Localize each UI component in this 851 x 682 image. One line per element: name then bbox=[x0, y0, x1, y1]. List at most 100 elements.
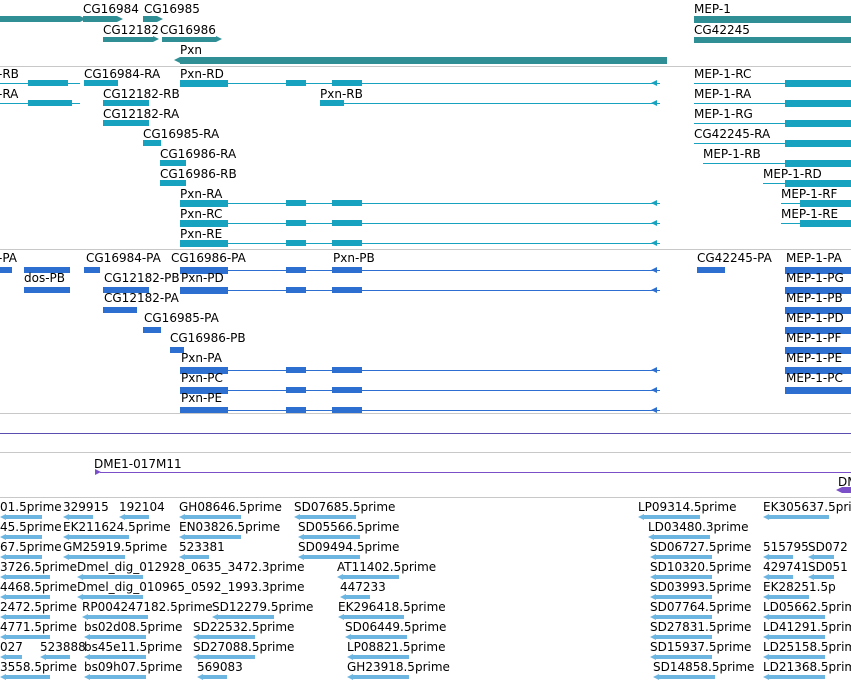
gene-bar-pxn[interactable] bbox=[180, 57, 667, 64]
est-feature[interactable] bbox=[769, 595, 809, 599]
est-label[interactable]: Dmel_dig_012928_0635_3472.3prime bbox=[77, 560, 305, 574]
est-feature[interactable] bbox=[769, 615, 825, 619]
est-feature[interactable] bbox=[6, 655, 22, 659]
est-label[interactable]: SD03993.5prime bbox=[650, 580, 751, 594]
transcript-label[interactable]: CG42245-RA bbox=[694, 127, 770, 141]
est-feature[interactable] bbox=[69, 515, 93, 519]
clone-label[interactable]: DME1-017M11 bbox=[94, 457, 182, 471]
est-feature[interactable] bbox=[343, 575, 399, 579]
est-label[interactable]: LD05662.5prime bbox=[763, 600, 851, 614]
gene-bar[interactable] bbox=[0, 16, 80, 22]
est-label[interactable]: 2472.5prime bbox=[0, 600, 77, 614]
est-label[interactable]: EK211624.5prime bbox=[63, 520, 171, 534]
transcript-label[interactable]: MEP-1-RA bbox=[694, 87, 751, 101]
est-feature[interactable] bbox=[69, 555, 125, 559]
transcript-label[interactable]: CG42245-PA bbox=[697, 251, 772, 265]
gene-bar-cg42245[interactable] bbox=[694, 37, 851, 43]
est-feature[interactable] bbox=[6, 555, 42, 559]
est-feature[interactable] bbox=[6, 675, 50, 679]
transcript-label[interactable]: CG16986-RB bbox=[160, 167, 237, 181]
est-label[interactable]: 01.5prime bbox=[0, 500, 62, 514]
transcript-label[interactable]: MEP-1-RG bbox=[694, 107, 753, 121]
est-label[interactable]: Dmel_dig_010965_0592_1993.3prime bbox=[77, 580, 305, 594]
est-label[interactable]: SD12279.5prime bbox=[212, 600, 313, 614]
transcript-label[interactable]: CG16986-RA bbox=[160, 147, 236, 161]
transcript-label[interactable]: MEP-1-PG bbox=[786, 271, 844, 285]
transcript-label[interactable]: -RA bbox=[0, 87, 18, 101]
est-label[interactable]: LD03480.3prime bbox=[648, 520, 749, 534]
transcript-label[interactable]: Pxn-PE bbox=[181, 391, 222, 405]
est-label[interactable]: SD06449.5prime bbox=[345, 620, 446, 634]
est-feature[interactable] bbox=[656, 635, 712, 639]
gene-label[interactable]: Pxn bbox=[180, 43, 202, 57]
est-feature[interactable] bbox=[90, 675, 146, 679]
transcript-label[interactable]: Pxn-RA bbox=[180, 187, 222, 201]
est-label[interactable]: 329915 bbox=[63, 500, 109, 514]
gene-bar-cg16984[interactable] bbox=[83, 16, 117, 22]
est-feature[interactable] bbox=[6, 615, 50, 619]
est-label[interactable]: bs45e11.5prime bbox=[84, 640, 182, 654]
transcript-label[interactable]: MEP-1-PE bbox=[786, 351, 842, 365]
transcript-label[interactable]: Pxn-RB bbox=[320, 87, 363, 101]
est-label[interactable]: 4468.5prime bbox=[0, 580, 77, 594]
est-feature[interactable] bbox=[46, 655, 70, 659]
est-label[interactable]: EK305637.5prime bbox=[763, 500, 851, 514]
est-feature[interactable] bbox=[83, 595, 143, 599]
est-feature[interactable] bbox=[644, 515, 700, 519]
est-label[interactable]: GH23918.5prime bbox=[347, 660, 450, 674]
est-feature[interactable] bbox=[769, 575, 793, 579]
est-feature[interactable] bbox=[83, 575, 143, 579]
est-label[interactable]: 569083 bbox=[197, 660, 243, 674]
gene-label[interactable]: CG16985 bbox=[144, 2, 200, 16]
transcript-label[interactable]: MEP-1-RB bbox=[703, 147, 761, 161]
gene-bar-cg12182[interactable] bbox=[103, 37, 153, 42]
est-feature[interactable] bbox=[351, 635, 407, 639]
est-feature[interactable] bbox=[69, 535, 129, 539]
transcript-label[interactable]: MEP-1-PB bbox=[786, 291, 843, 305]
transcript-label[interactable]: MEP-1-RD bbox=[763, 167, 822, 181]
transcript-label[interactable]: CG16985-PA bbox=[144, 311, 219, 325]
est-label[interactable]: 3726.5prime bbox=[0, 560, 77, 574]
est-label[interactable]: 447233 bbox=[340, 580, 386, 594]
est-label[interactable]: SD06727.5prime bbox=[650, 540, 751, 554]
gene-label[interactable]: CG42245 bbox=[694, 23, 750, 37]
transcript-label[interactable]: Pxn-PD bbox=[181, 271, 224, 285]
gene-label[interactable]: CG16986 bbox=[160, 23, 216, 37]
est-label[interactable]: SD051 bbox=[808, 560, 848, 574]
transcript-label[interactable]: CG16985-RA bbox=[143, 127, 219, 141]
est-label[interactable]: 67.5prime bbox=[0, 540, 62, 554]
transcript-label[interactable]: CG12182-PA bbox=[104, 291, 179, 305]
transcript-label[interactable]: Pxn-RC bbox=[180, 207, 222, 221]
est-feature[interactable] bbox=[769, 555, 793, 559]
transcript-label[interactable]: MEP-1-PA bbox=[786, 251, 842, 265]
est-feature[interactable] bbox=[203, 675, 227, 679]
est-label[interactable]: 523381 bbox=[179, 540, 225, 554]
est-label[interactable]: SD07764.5prime bbox=[650, 600, 751, 614]
est-label[interactable]: 429741 bbox=[763, 560, 809, 574]
transcript-label[interactable]: CG16984-RA bbox=[84, 67, 160, 81]
est-feature[interactable] bbox=[6, 535, 42, 539]
est-label[interactable]: SD072 bbox=[808, 540, 848, 554]
est-feature[interactable] bbox=[199, 655, 255, 659]
est-label[interactable]: LP09314.5prime bbox=[638, 500, 737, 514]
transcript-label[interactable]: Pxn-PB bbox=[333, 251, 375, 265]
transcript-label[interactable]: Pxn-RE bbox=[180, 227, 222, 241]
gene-label[interactable]: MEP-1 bbox=[694, 2, 731, 16]
gene-bar-cg16986[interactable] bbox=[162, 37, 216, 42]
est-feature[interactable] bbox=[6, 575, 50, 579]
est-feature[interactable] bbox=[769, 655, 825, 659]
est-feature[interactable] bbox=[656, 615, 712, 619]
est-feature[interactable] bbox=[814, 555, 834, 559]
transcript-label[interactable]: dos-PB bbox=[24, 271, 65, 285]
est-label[interactable]: GM25919.5prime bbox=[63, 540, 167, 554]
est-feature[interactable] bbox=[88, 615, 148, 619]
gene-label[interactable]: CG12182 bbox=[103, 23, 159, 37]
est-feature[interactable] bbox=[656, 595, 712, 599]
gene-label[interactable]: CG16984 bbox=[83, 2, 139, 16]
transcript-label[interactable]: MEP-1-PC bbox=[786, 371, 843, 385]
est-label[interactable]: RP004247182.5prime bbox=[82, 600, 213, 614]
est-label[interactable]: SD15937.5prime bbox=[650, 640, 751, 654]
est-label[interactable]: LD21368.5prime bbox=[763, 660, 851, 674]
est-feature[interactable] bbox=[90, 635, 146, 639]
transcript-label[interactable]: MEP-1-PD bbox=[786, 311, 844, 325]
